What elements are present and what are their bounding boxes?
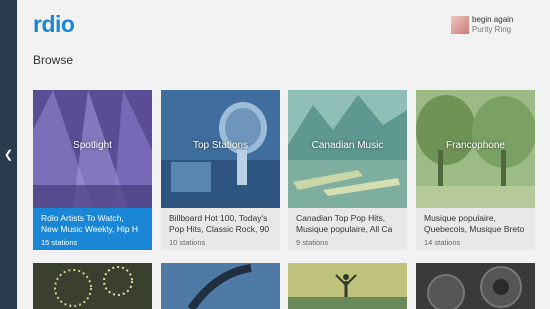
category-info: Canadian Top Pop Hits, Musique populaire,… <box>288 208 407 250</box>
category-image: Spotlight <box>33 90 152 208</box>
category-description: Musique populaire, Quebecois, Musique Bre… <box>424 213 525 234</box>
now-playing-artist: Purity Ring <box>472 25 512 34</box>
category-card-speakers[interactable] <box>416 263 535 309</box>
category-card-celebration[interactable] <box>288 263 407 309</box>
album-art <box>451 16 469 34</box>
category-card-francophone[interactable]: Francophone Musique populaire, Quebecois,… <box>416 90 535 250</box>
now-playing-song: begin again <box>472 15 514 24</box>
rdio-logo[interactable]: rdio <box>33 11 75 37</box>
category-label: Top Stations <box>192 140 249 151</box>
category-card-top-stations[interactable]: Top Stations Billboard Hot 100, Today's P… <box>161 90 280 250</box>
category-image: Canadian Music <box>288 90 407 208</box>
category-description: Canadian Top Pop Hits, Musique populaire,… <box>296 213 393 234</box>
category-description: Billboard Hot 100, Today's Pop Hits, Clas… <box>169 213 270 234</box>
category-label: Spotlight <box>73 140 112 151</box>
category-card-canadian-music[interactable]: Canadian Music Canadian Top Pop Hits, Mus… <box>288 90 407 250</box>
page-title: Browse <box>33 53 74 67</box>
category-label: Canadian Music <box>311 140 384 151</box>
station-count: 10 stations <box>169 238 206 247</box>
category-image: Francophone <box>416 90 535 208</box>
category-info: Billboard Hot 100, Today's Pop Hits, Clas… <box>161 208 280 250</box>
left-rail: ❮ <box>0 0 17 309</box>
station-count: 9 stations <box>296 238 329 247</box>
category-card-spotlight[interactable]: Spotlight Rdio Artists To Watch, New Musi… <box>33 90 152 250</box>
station-count: 14 stations <box>424 238 461 247</box>
chevron-left-icon[interactable]: ❮ <box>3 148 14 162</box>
category-info: Musique populaire, Quebecois, Musique Bre… <box>416 208 535 250</box>
category-info: Rdio Artists To Watch, New Music Weekly, … <box>33 208 152 250</box>
category-card-saxophone[interactable] <box>161 263 280 309</box>
category-label: Francophone <box>446 140 505 151</box>
category-image: Top Stations <box>161 90 280 208</box>
station-count: 15 stations <box>41 238 78 247</box>
category-description: Rdio Artists To Watch, New Music Weekly, … <box>41 213 138 234</box>
category-card-fireworks[interactable] <box>33 263 152 309</box>
